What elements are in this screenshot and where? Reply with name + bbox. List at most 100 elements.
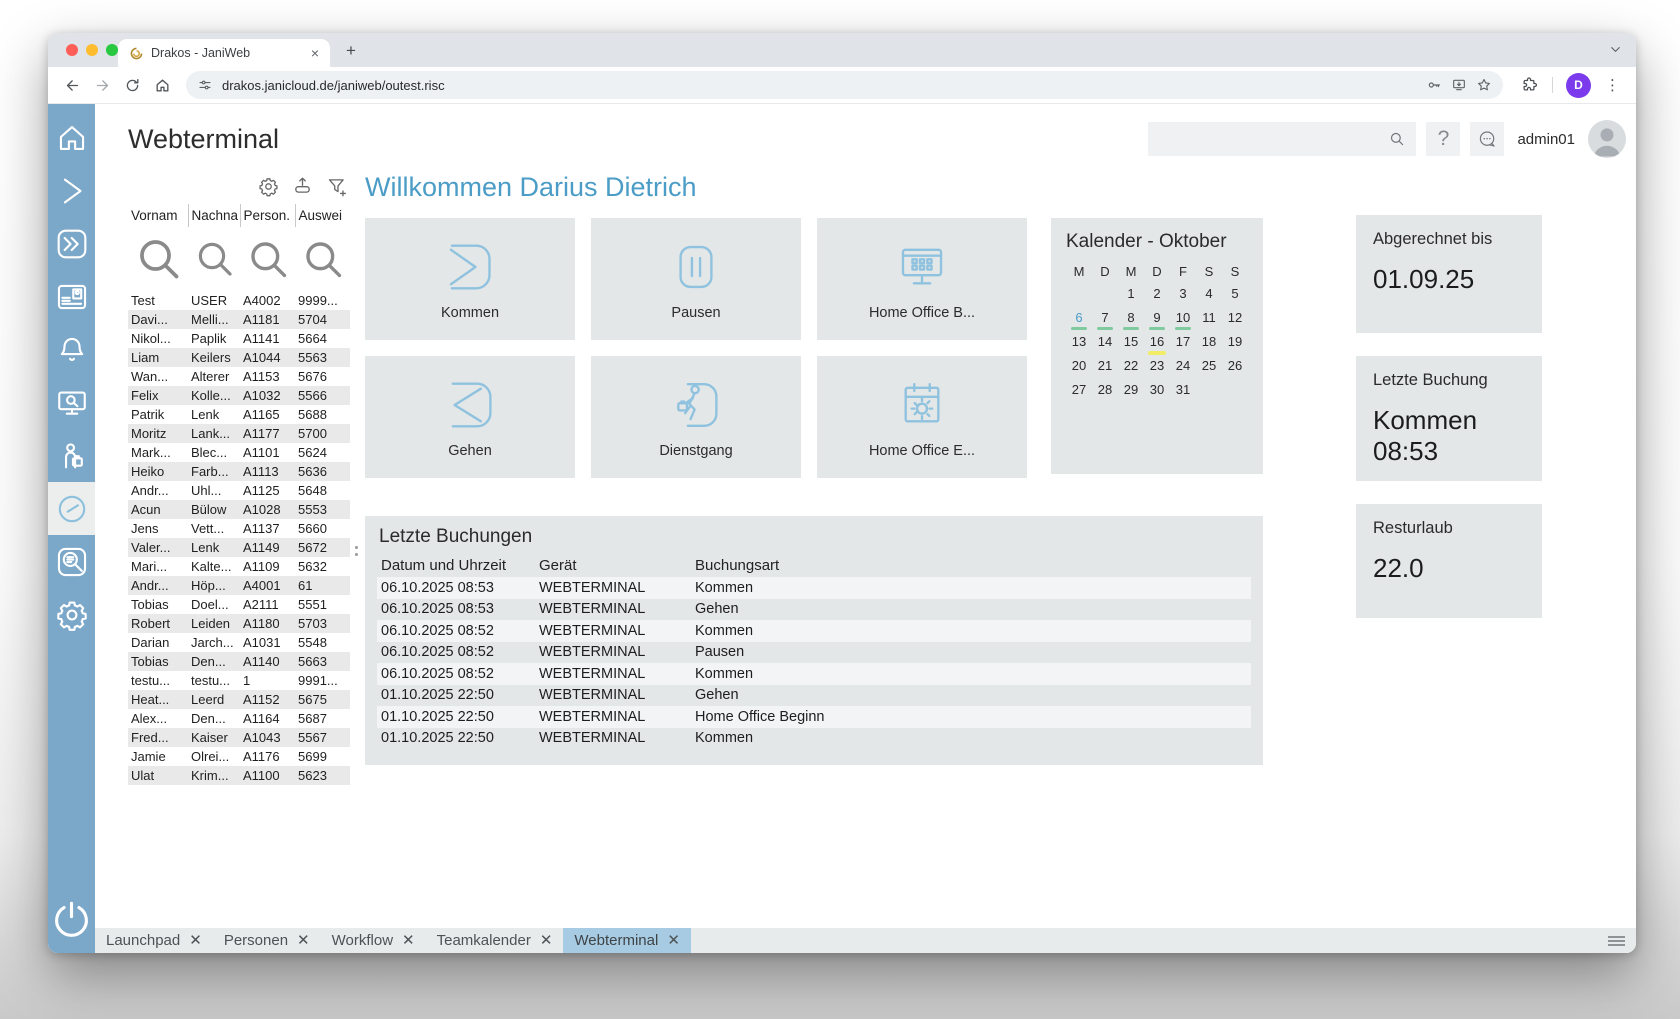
sidebar-item-kommen[interactable]: [48, 164, 95, 217]
people-row[interactable]: AcunBülowA10285553: [128, 500, 350, 519]
sidebar-item-terminal-suche[interactable]: [48, 376, 95, 429]
calendar-day[interactable]: 12: [1222, 310, 1248, 333]
calendar-day[interactable]: 29: [1118, 382, 1144, 405]
sidebar-item-personal[interactable]: [48, 429, 95, 482]
people-row[interactable]: Nikol...PaplikA11415664: [128, 329, 350, 348]
sidebar-item-meldungen[interactable]: [48, 323, 95, 376]
action-button-gehen[interactable]: Gehen: [365, 356, 575, 478]
tab-close-icon[interactable]: ✕: [189, 933, 202, 948]
people-row[interactable]: Heat...LeerdA11525675: [128, 690, 350, 709]
tab-close-icon[interactable]: ✕: [667, 933, 680, 948]
calendar-day[interactable]: 11: [1196, 310, 1222, 333]
export-icon[interactable]: [292, 176, 313, 197]
people-row[interactable]: Fred...KaiserA10435567: [128, 728, 350, 747]
people-row[interactable]: Alex...Den...A11645687: [128, 709, 350, 728]
people-row[interactable]: UlatKrim...A11005623: [128, 766, 350, 785]
bottom-tab-workflow[interactable]: Workflow✕: [321, 928, 426, 953]
calendar-day[interactable]: 21: [1092, 358, 1118, 381]
column-filter-input[interactable]: [240, 227, 295, 291]
back-button[interactable]: [58, 71, 86, 99]
password-key-icon[interactable]: [1426, 77, 1442, 93]
action-button-pausen[interactable]: Pausen: [591, 218, 801, 340]
calendar-day[interactable]: 10: [1170, 310, 1196, 333]
calendar-day[interactable]: 7: [1092, 310, 1118, 333]
calendar-day[interactable]: 15: [1118, 334, 1144, 357]
calendar-day[interactable]: 27: [1066, 382, 1092, 405]
browser-profile-avatar[interactable]: D: [1566, 73, 1591, 98]
people-row[interactable]: JamieOlrei...A11765699: [128, 747, 350, 766]
people-row[interactable]: Mark...Blec...A11015624: [128, 443, 350, 462]
action-button-kommen[interactable]: Kommen: [365, 218, 575, 340]
calendar-day[interactable]: 2: [1144, 286, 1170, 309]
people-row[interactable]: Valer...LenkA11495672: [128, 538, 350, 557]
people-column-header[interactable]: Nachna: [188, 204, 240, 227]
url-text[interactable]: drakos.janicloud.de/janiweb/outest.risc: [222, 78, 1417, 93]
sidebar-item-personen[interactable]: [48, 270, 95, 323]
sidebar-item-workflow[interactable]: [48, 217, 95, 270]
action-button-home-office-e[interactable]: Home Office E...: [817, 356, 1027, 478]
calendar-day[interactable]: 16: [1144, 334, 1170, 357]
reload-button[interactable]: [118, 71, 146, 99]
splitter-handle-icon[interactable]: [355, 546, 358, 556]
filter-plus-icon[interactable]: [326, 176, 347, 197]
bottom-tab-launchpad[interactable]: Launchpad✕: [95, 928, 213, 953]
chat-button[interactable]: [1470, 122, 1504, 156]
column-filter-input[interactable]: [295, 227, 350, 291]
calendar-day[interactable]: 4: [1196, 286, 1222, 309]
column-filter-input[interactable]: [128, 227, 188, 291]
sidebar-item-auswertung[interactable]: [48, 535, 95, 588]
people-row[interactable]: TobiasDoel...A21115551: [128, 595, 350, 614]
calendar-day[interactable]: 14: [1092, 334, 1118, 357]
action-button-dienstgang[interactable]: Dienstgang: [591, 356, 801, 478]
calendar-day[interactable]: 18: [1196, 334, 1222, 357]
people-row[interactable]: JensVett...A11375660: [128, 519, 350, 538]
tab-close-icon[interactable]: ×: [308, 45, 322, 61]
zoom-window-button[interactable]: [106, 44, 118, 56]
calendar-day[interactable]: 8: [1118, 310, 1144, 333]
calendar-day[interactable]: 22: [1118, 358, 1144, 381]
calendar-day[interactable]: 24: [1170, 358, 1196, 381]
people-row[interactable]: Davi...Melli...A11815704: [128, 310, 350, 329]
bottom-tab-personen[interactable]: Personen✕: [213, 928, 321, 953]
close-window-button[interactable]: [66, 44, 78, 56]
calendar-day[interactable]: 26: [1222, 358, 1248, 381]
calendar-day[interactable]: 31: [1170, 382, 1196, 405]
calendar-day[interactable]: 28: [1092, 382, 1118, 405]
people-row[interactable]: Wan...AltererA11535676: [128, 367, 350, 386]
people-column-header[interactable]: Auswei: [295, 204, 350, 227]
calendar-day[interactable]: 23: [1144, 358, 1170, 381]
address-bar[interactable]: drakos.janicloud.de/janiweb/outest.risc: [186, 71, 1503, 99]
browser-tab[interactable]: Drakos - JaniWeb ×: [118, 39, 330, 67]
people-row[interactable]: RobertLeidenA11805703: [128, 614, 350, 633]
minimize-window-button[interactable]: [86, 44, 98, 56]
tab-overflow-grip-icon[interactable]: [1608, 934, 1625, 948]
calendar-day[interactable]: 6: [1066, 310, 1092, 333]
people-row[interactable]: DarianJarch...A10315548: [128, 633, 350, 652]
people-row[interactable]: FelixKolle...A10325566: [128, 386, 350, 405]
global-search-box[interactable]: [1148, 122, 1416, 156]
tab-close-icon[interactable]: ✕: [297, 933, 310, 948]
people-row[interactable]: Andr...Uhl...A11255648: [128, 481, 350, 500]
people-row[interactable]: TobiasDen...A11405663: [128, 652, 350, 671]
calendar-day[interactable]: 30: [1144, 382, 1170, 405]
calendar-day[interactable]: 3: [1170, 286, 1196, 309]
action-button-home-office-b[interactable]: Home Office B...: [817, 218, 1027, 340]
calendar-day[interactable]: 9: [1144, 310, 1170, 333]
new-tab-button[interactable]: +: [338, 38, 364, 64]
calendar-day[interactable]: 13: [1066, 334, 1092, 357]
search-input[interactable]: [1158, 130, 1388, 148]
sidebar-item-webterminal[interactable]: [48, 482, 95, 535]
gear-icon[interactable]: [258, 176, 279, 197]
people-column-header[interactable]: Vornam: [128, 204, 188, 227]
people-row[interactable]: PatrikLenkA11655688: [128, 405, 350, 424]
calendar-day[interactable]: 20: [1066, 358, 1092, 381]
bottom-tab-teamkalender[interactable]: Teamkalender✕: [426, 928, 564, 953]
help-button[interactable]: ?: [1426, 122, 1460, 156]
people-column-header[interactable]: Person.: [240, 204, 295, 227]
calendar-day[interactable]: 19: [1222, 334, 1248, 357]
sidebar-item-einstellungen[interactable]: [48, 588, 95, 641]
home-button[interactable]: [148, 71, 176, 99]
people-row[interactable]: Mari...Kalte...A11095632: [128, 557, 350, 576]
tab-close-icon[interactable]: ✕: [402, 933, 415, 948]
people-row[interactable]: testu...testu...19991...: [128, 671, 350, 690]
